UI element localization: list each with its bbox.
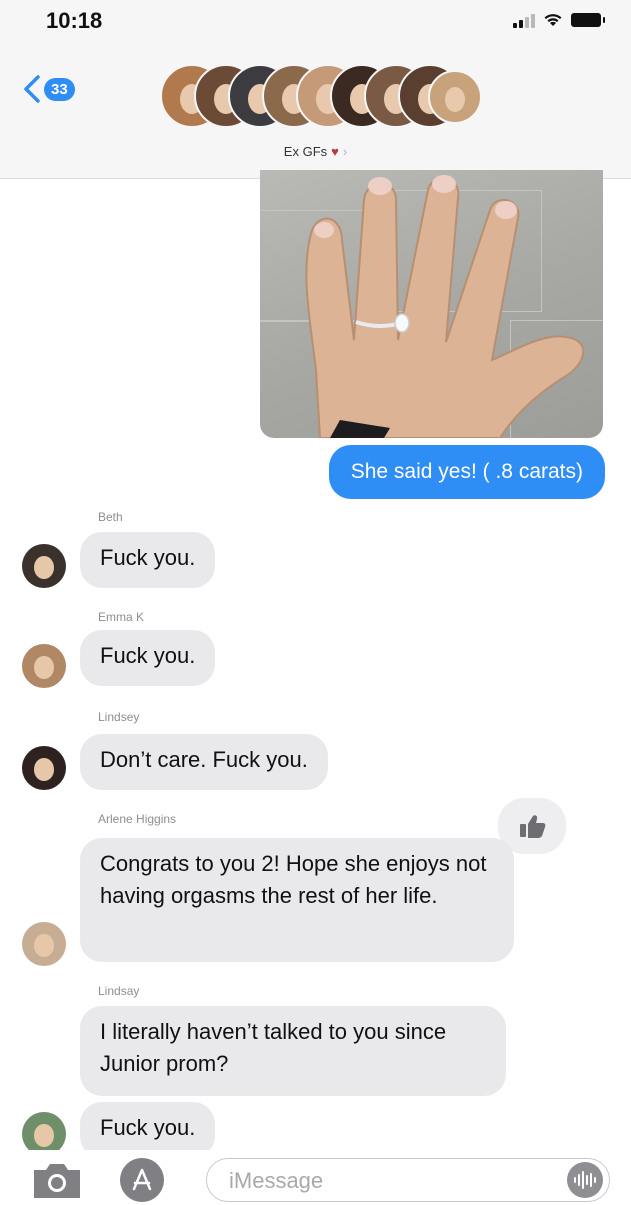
thumbs-up-icon	[520, 815, 546, 838]
sender-name: Beth	[98, 510, 123, 524]
app-store-icon	[132, 1168, 152, 1191]
message-field[interactable]	[206, 1158, 610, 1202]
avatar[interactable]	[22, 922, 66, 966]
avatar[interactable]	[22, 544, 66, 588]
incoming-message-bubble[interactable]: Don’t care. Fuck you.	[80, 734, 328, 790]
avatar[interactable]	[22, 746, 66, 790]
conversation-header: 10:18 33 Ex GFs ♥ ›	[0, 0, 631, 179]
group-name: Ex GFs	[283, 144, 328, 159]
chevron-left-icon	[24, 75, 40, 103]
camera-icon	[34, 1164, 80, 1198]
camera-button[interactable]	[30, 1160, 84, 1205]
compose-bar	[0, 1150, 631, 1202]
outgoing-message-bubble[interactable]: She said yes! ( .8 carats)	[328, 445, 605, 499]
incoming-message-bubble[interactable]: Congrats to you 2! Hope she enjoys not h…	[80, 838, 514, 962]
audio-message-button[interactable]	[567, 1162, 603, 1198]
sender-name: Lindsay	[98, 984, 140, 998]
signal-icon	[513, 12, 535, 28]
ring-photo-attachment[interactable]	[260, 170, 603, 438]
hand-with-ring-image	[305, 175, 585, 438]
group-name-row[interactable]: Ex GFs ♥ ›	[0, 144, 631, 159]
apps-button[interactable]	[120, 1158, 164, 1202]
unread-count-badge: 33	[44, 77, 75, 101]
status-time: 10:18	[46, 8, 103, 33]
wifi-icon	[544, 14, 562, 26]
sender-name: Lindsey	[98, 710, 140, 724]
incoming-message-bubble[interactable]: Fuck you.	[80, 630, 216, 686]
incoming-message-bubble[interactable]: I literally haven’t talked to you since …	[80, 1006, 506, 1096]
avatar[interactable]	[22, 644, 66, 688]
sender-name: Arlene Higgins	[98, 812, 177, 826]
incoming-message-bubble[interactable]: Fuck you.	[80, 532, 216, 588]
sender-name: Emma K	[98, 610, 145, 624]
chevron-right-icon: ›	[342, 144, 348, 159]
message-input[interactable]	[227, 1167, 531, 1195]
group-avatars[interactable]	[160, 64, 482, 130]
back-button[interactable]: 33	[22, 74, 75, 104]
avatar	[428, 70, 482, 124]
heart-icon: ♥	[331, 144, 339, 159]
battery-icon	[571, 13, 605, 27]
status-icons	[513, 12, 605, 28]
